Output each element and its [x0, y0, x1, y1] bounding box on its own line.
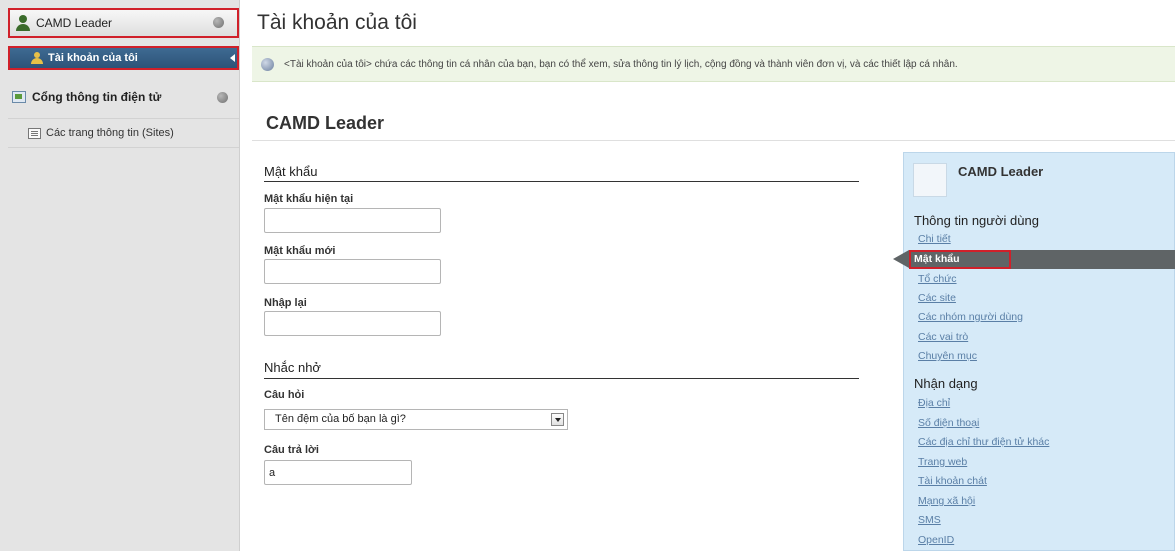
- nav-link-phone-numbers[interactable]: Số điện thoại: [918, 417, 979, 429]
- portal-icon: [12, 91, 26, 103]
- collapse-icon[interactable]: [213, 17, 224, 28]
- sidebar-header-label: CAMD Leader: [36, 16, 113, 30]
- sidebar-item-label: Các trang thông tin (Sites): [46, 127, 174, 139]
- identity-heading: Nhận dạng: [914, 376, 978, 391]
- divider: [264, 181, 859, 182]
- nav-link-organizations[interactable]: Tổ chức: [918, 273, 957, 285]
- section-title: CAMD Leader: [266, 113, 385, 133]
- new-password-label: Mật khẩu mới: [264, 245, 336, 257]
- nav-link-categories[interactable]: Chuyên mục: [918, 350, 977, 362]
- nav-link-user-groups[interactable]: Các nhóm người dùng: [918, 311, 1023, 323]
- new-password-input[interactable]: [264, 259, 441, 284]
- sidebar-item-my-account[interactable]: Tài khoản của tôi: [8, 46, 239, 70]
- user-info-heading: Thông tin người dùng: [914, 213, 1039, 228]
- reminder-legend: Nhắc nhở: [264, 360, 321, 375]
- nav-link-password[interactable]: Mật khẩu: [914, 253, 960, 265]
- chevron-down-icon[interactable]: [551, 413, 564, 426]
- answer-input[interactable]: [264, 460, 412, 485]
- sidebar: CAMD Leader Tài khoản của tôi Cổng thông…: [0, 0, 240, 551]
- nav-link-social-network[interactable]: Mạng xã hội: [918, 495, 975, 507]
- password-legend: Mật khẩu: [264, 164, 318, 179]
- current-password-input[interactable]: [264, 208, 441, 233]
- question-select[interactable]: Tên đệm của bố bạn là gì?: [264, 409, 568, 430]
- divider: [264, 378, 859, 379]
- confirm-password-label: Nhập lại: [264, 297, 307, 309]
- nav-link-addresses[interactable]: Địa chỉ: [918, 397, 950, 409]
- confirm-password-input[interactable]: [264, 311, 441, 336]
- nav-link-details[interactable]: Chi tiết: [918, 233, 951, 245]
- sidebar-group-label: Cổng thông tin điện tử: [32, 90, 162, 104]
- user-account-icon: [30, 51, 44, 65]
- sidebar-group-portal[interactable]: Cổng thông tin điện tử: [8, 82, 239, 112]
- nav-link-additional-emails[interactable]: Các địa chỉ thư điện tử khác: [918, 436, 1049, 448]
- nav-link-sites[interactable]: Các site: [918, 292, 956, 304]
- info-message: <Tài khoản của tôi> chứa các thông tin c…: [252, 46, 1175, 82]
- selected-arrow: [893, 250, 909, 268]
- active-arrow-icon: [230, 54, 235, 62]
- info-icon: [261, 57, 274, 71]
- nav-link-roles[interactable]: Các vai trò: [918, 331, 968, 343]
- info-text: <Tài khoản của tôi> chứa các thông tin c…: [284, 58, 958, 70]
- sidebar-header-camd-leader[interactable]: CAMD Leader: [8, 8, 239, 38]
- sidebar-item-sites[interactable]: Các trang thông tin (Sites): [8, 118, 239, 148]
- current-password-label: Mật khẩu hiện tại: [264, 193, 354, 205]
- divider: [252, 140, 1175, 141]
- user-icon: [14, 14, 32, 32]
- page-title: Tài khoản của tôi: [257, 11, 417, 34]
- question-selected-value: Tên đệm của bố bạn là gì?: [275, 413, 406, 425]
- sidebar-item-label: Tài khoản của tôi: [48, 52, 138, 64]
- panel-user-name: CAMD Leader: [958, 164, 1044, 179]
- nav-link-openid[interactable]: OpenID: [918, 534, 954, 546]
- nav-link-sms[interactable]: SMS: [918, 514, 941, 526]
- nav-link-websites[interactable]: Trang web: [918, 456, 967, 468]
- avatar: [913, 163, 947, 197]
- nav-link-instant-messenger[interactable]: Tài khoản chát: [918, 475, 987, 487]
- collapse-icon[interactable]: [217, 92, 228, 103]
- question-label: Câu hỏi: [264, 389, 305, 401]
- sites-icon: [28, 127, 41, 139]
- answer-label: Câu trả lời: [264, 444, 319, 456]
